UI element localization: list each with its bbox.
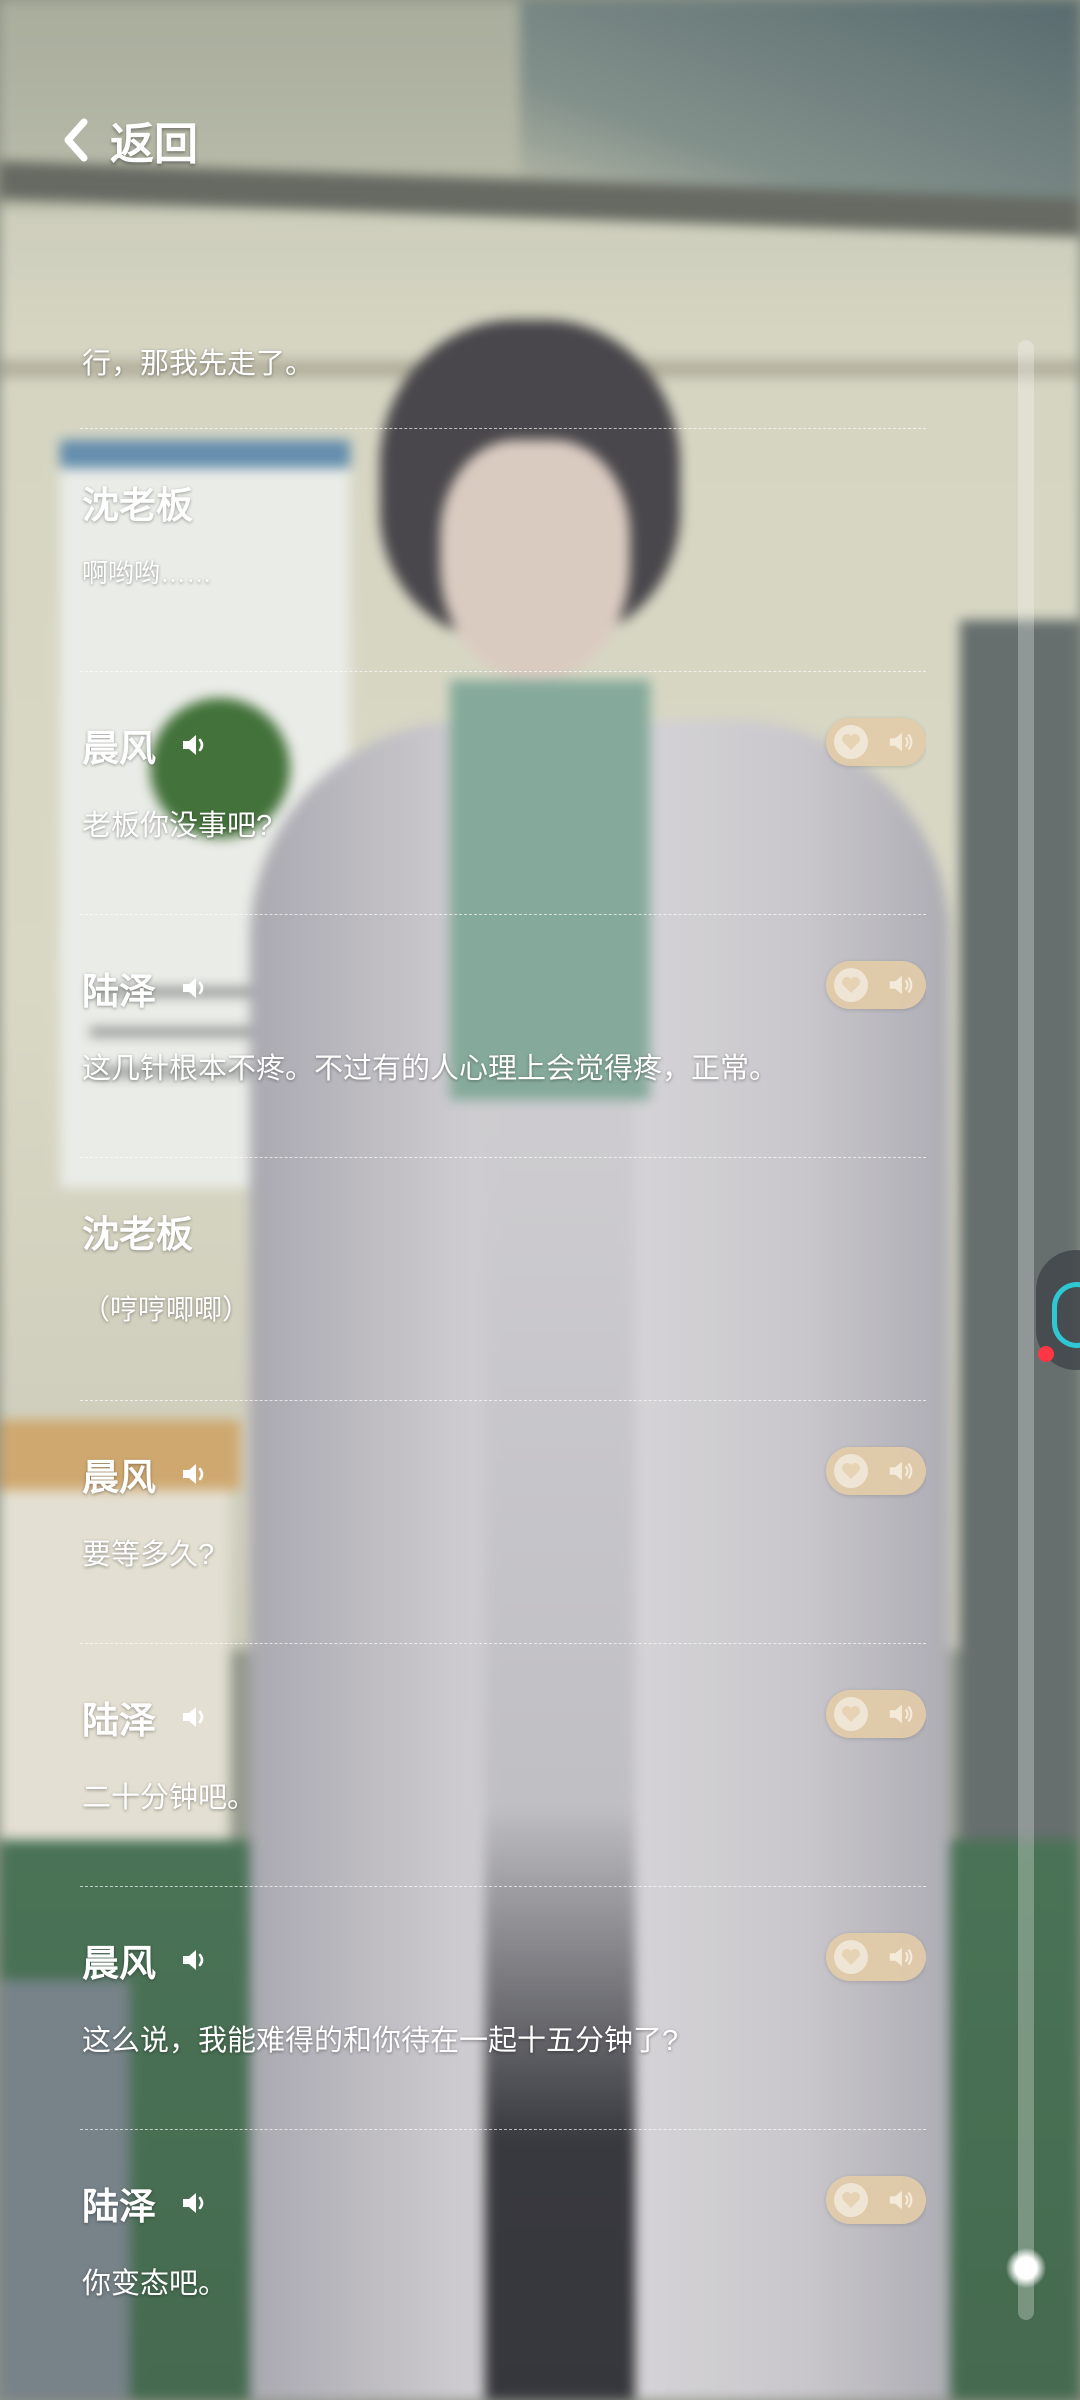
log-entry: 陆泽 二十分钟吧。 xyxy=(80,1644,926,1887)
replay-voice-icon[interactable] xyxy=(884,2183,918,2217)
voice-actions xyxy=(826,1933,926,1981)
speaker: 晨风 xyxy=(82,1447,212,1501)
log-entry: 晨风 老板你没事吧? xyxy=(80,672,926,915)
scrollbar-thumb[interactable] xyxy=(1006,2248,1046,2288)
speaker-icon[interactable] xyxy=(180,1944,212,1976)
speaker: 晨风 xyxy=(82,1933,212,1987)
replay-voice-icon[interactable] xyxy=(884,725,918,759)
replay-voice-icon[interactable] xyxy=(884,1454,918,1488)
speaker: 陆泽 xyxy=(82,961,212,1015)
heart-icon[interactable] xyxy=(834,2183,868,2217)
speaker-name: 晨风 xyxy=(82,1455,156,1499)
heart-icon[interactable] xyxy=(834,725,868,759)
dialogue-text: 这几针根本不疼。不过有的人心理上会觉得疼，正常。 xyxy=(82,1053,779,1085)
speaker-name: 沈老板 xyxy=(82,1212,193,1256)
replay-voice-icon[interactable] xyxy=(884,968,918,1002)
speaker: 陆泽 xyxy=(82,1690,212,1744)
dialogue-text: 行，那我先走了。 xyxy=(82,348,315,380)
speaker: 沈老板 xyxy=(82,475,193,529)
log-entry: 沈老板 啊哟哟…… xyxy=(80,429,926,672)
speaker-icon[interactable] xyxy=(180,972,212,1004)
floating-ring-icon xyxy=(1052,1282,1080,1348)
speaker: 沈老板 xyxy=(82,1204,193,1258)
speaker: 陆泽 xyxy=(82,2176,212,2230)
log-entry: 沈老板 （哼哼唧唧） xyxy=(80,1158,926,1401)
scrollbar-track[interactable] xyxy=(1018,340,1034,2320)
speaker-icon[interactable] xyxy=(180,2187,212,2219)
dialogue-text: 要等多久? xyxy=(82,1539,215,1571)
speaker: 晨风 xyxy=(82,718,212,772)
speaker-name: 陆泽 xyxy=(82,969,156,1013)
chevron-left-icon xyxy=(60,116,94,164)
replay-voice-icon[interactable] xyxy=(884,1940,918,1974)
heart-icon[interactable] xyxy=(834,1454,868,1488)
speaker-icon[interactable] xyxy=(180,729,212,761)
log-entry: 晨风 要等多久? xyxy=(80,1401,926,1644)
voice-actions xyxy=(826,1690,926,1738)
heart-icon[interactable] xyxy=(834,968,868,1002)
speaker-name: 晨风 xyxy=(82,1941,156,1985)
speaker-name: 沈老板 xyxy=(82,483,193,527)
dialogue-text: 啊哟哟…… xyxy=(82,558,213,588)
speaker-name: 陆泽 xyxy=(82,1698,156,1742)
dialogue-text: 这么说，我能难得的和你待在一起十五分钟了? xyxy=(82,2025,679,2057)
notification-dot xyxy=(1038,1346,1054,1362)
speaker-icon[interactable] xyxy=(180,1701,212,1733)
speaker-name: 陆泽 xyxy=(82,2184,156,2228)
log-entry: 陆泽 这几针根本不疼。不过有的人心理上会觉得疼，正常。 xyxy=(80,915,926,1158)
heart-icon[interactable] xyxy=(834,1940,868,1974)
back-label: 返回 xyxy=(110,119,198,170)
dialogue-text: （哼哼唧唧） xyxy=(82,1294,251,1325)
log-entry: 陆泽 你变态吧。 xyxy=(80,2130,926,2350)
voice-actions xyxy=(826,2176,926,2224)
dialogue-text: 二十分钟吧。 xyxy=(82,1782,257,1814)
dialogue-text: 老板你没事吧? xyxy=(82,810,273,842)
voice-actions xyxy=(826,1447,926,1495)
dialogue-log[interactable]: 行，那我先走了。 沈老板 啊哟哟…… 晨风 老板你没事吧? 陆泽 这几针根本不疼… xyxy=(80,290,926,2350)
speaker-icon[interactable] xyxy=(180,1458,212,1490)
log-entry: 行，那我先走了。 xyxy=(80,290,926,429)
dialogue-text: 你变态吧。 xyxy=(82,2268,228,2300)
log-entry: 晨风 这么说，我能难得的和你待在一起十五分钟了? xyxy=(80,1887,926,2130)
heart-icon[interactable] xyxy=(834,1697,868,1731)
replay-voice-icon[interactable] xyxy=(884,1697,918,1731)
speaker-name: 晨风 xyxy=(82,726,156,770)
voice-actions xyxy=(826,718,926,766)
voice-actions xyxy=(826,961,926,1009)
back-button[interactable]: 返回 xyxy=(60,108,198,172)
